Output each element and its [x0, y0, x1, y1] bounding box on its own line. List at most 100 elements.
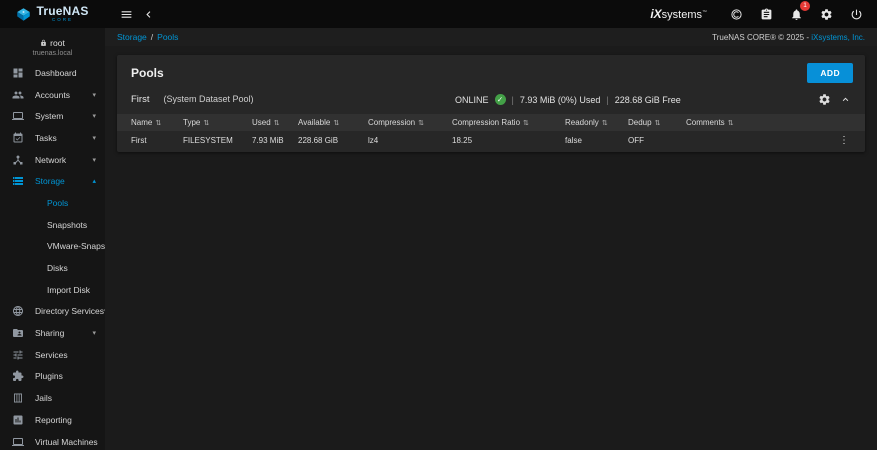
- ixsystems-logo[interactable]: iXsystems™: [650, 7, 707, 21]
- cell-compression: lz4: [368, 136, 452, 145]
- ix-logo-rest: systems: [662, 9, 702, 21]
- sidebar-collapse-button[interactable]: [137, 3, 159, 25]
- col-compression-ratio[interactable]: Compression Ratio⇅: [452, 118, 565, 127]
- breadcrumb-pools-link[interactable]: Pools: [157, 32, 178, 42]
- breadcrumb-storage-link[interactable]: Storage: [117, 32, 147, 42]
- chevron-up-icon: [840, 94, 851, 105]
- chevron-down-icon: ▾: [92, 91, 96, 99]
- sort-icon: ⇅: [602, 119, 608, 127]
- truenas-wordmark: TrueNAS CORE: [36, 5, 88, 23]
- cell-readonly: false: [565, 136, 628, 145]
- jobs-button[interactable]: [755, 3, 777, 25]
- copyright-text: TrueNAS CORE® © 2025 -: [712, 33, 811, 42]
- ixsystems-link[interactable]: iXsystems, Inc.: [811, 33, 865, 42]
- tasks-icon: [12, 132, 24, 144]
- breadcrumb-bar: Storage / Pools TrueNAS CORE® © 2025 - i…: [105, 28, 877, 46]
- sidebar-item-storage[interactable]: Storage ▴: [0, 170, 105, 192]
- sidebar-item-virtual-machines[interactable]: Virtual Machines: [0, 431, 105, 450]
- col-used[interactable]: Used⇅: [252, 118, 298, 127]
- sidebar-item-system[interactable]: System ▾: [0, 105, 105, 127]
- pool-free-text: 228.68 GiB Free: [615, 95, 681, 105]
- sidebar: root truenas.local Dashboard Accounts ▾ …: [0, 28, 105, 450]
- table-row: First FILESYSTEM 7.93 MiB 228.68 GiB lz4…: [117, 131, 865, 149]
- sidebar-item-jails[interactable]: Jails: [0, 387, 105, 409]
- globe-icon: [12, 305, 24, 317]
- truenas-logo[interactable]: TrueNAS CORE: [0, 5, 105, 23]
- sidebar-item-directory-services[interactable]: Directory Services ▾: [0, 301, 105, 323]
- power-icon: [850, 8, 863, 21]
- chevron-down-icon: ▾: [92, 134, 96, 142]
- cell-name: First: [131, 136, 183, 145]
- sidebar-item-accounts[interactable]: Accounts ▾: [0, 84, 105, 106]
- pool-status-label: ONLINE: [455, 95, 489, 105]
- col-name[interactable]: Name⇅: [131, 118, 183, 127]
- col-available[interactable]: Available⇅: [298, 118, 368, 127]
- cell-used: 7.93 MiB: [252, 136, 298, 145]
- chevron-down-icon: ▾: [92, 112, 96, 120]
- sidebar-item-dashboard[interactable]: Dashboard: [0, 62, 105, 84]
- sort-icon: ⇅: [728, 119, 734, 127]
- page-title: Pools: [131, 66, 164, 80]
- chevron-down-icon: ▾: [92, 156, 96, 164]
- pool-summary-row: First (System Dataset Pool) ONLINE ✓ | 7…: [117, 90, 865, 114]
- breadcrumb: Storage / Pools: [117, 32, 178, 42]
- sidebar-item-tasks[interactable]: Tasks ▾: [0, 127, 105, 149]
- notification-badge: 1: [800, 1, 810, 11]
- pool-identity: First (System Dataset Pool): [131, 94, 455, 105]
- col-dedup[interactable]: Dedup⇅: [628, 118, 686, 127]
- brand-name: TrueNAS: [36, 5, 88, 17]
- chevron-left-icon: [142, 8, 155, 21]
- status-separator: |: [606, 95, 608, 105]
- pool-name: First: [131, 94, 149, 105]
- notifications-button[interactable]: 1: [785, 3, 807, 25]
- truecommand-button[interactable]: [725, 3, 747, 25]
- user-name: root: [40, 38, 65, 48]
- pool-settings-button[interactable]: [818, 93, 831, 106]
- tune-icon: [12, 349, 24, 361]
- chevron-down-icon: ▾: [92, 329, 96, 337]
- sidebar-item-vmware-snapshots[interactable]: VMware-Snapshots: [0, 236, 105, 258]
- jail-icon: [12, 392, 24, 404]
- storage-icon: [12, 175, 24, 187]
- content: Pools ADD First (System Dataset Pool) ON…: [105, 46, 877, 152]
- sidebar-item-reporting[interactable]: Reporting: [0, 409, 105, 431]
- sidebar-item-sharing[interactable]: Sharing ▾: [0, 322, 105, 344]
- truenas-cube-icon: [16, 7, 31, 22]
- sidebar-item-network[interactable]: Network ▾: [0, 149, 105, 171]
- menu-toggle-button[interactable]: [115, 3, 137, 25]
- col-type[interactable]: Type⇅: [183, 118, 252, 127]
- main-area: Storage / Pools TrueNAS CORE® © 2025 - i…: [105, 28, 877, 450]
- sidebar-item-plugins[interactable]: Plugins: [0, 366, 105, 388]
- gear-icon: [820, 8, 833, 21]
- brand-edition: CORE: [52, 18, 73, 23]
- cell-available: 228.68 GiB: [298, 136, 368, 145]
- folder-shared-icon: [12, 327, 24, 339]
- status-separator: |: [512, 95, 514, 105]
- pool-datasets-table: Name⇅ Type⇅ Used⇅ Available⇅ Compression…: [117, 114, 865, 152]
- cell-dedup: OFF: [628, 136, 686, 145]
- col-readonly[interactable]: Readonly⇅: [565, 118, 628, 127]
- chevron-up-icon: ▴: [92, 177, 96, 185]
- sidebar-item-snapshots[interactable]: Snapshots: [0, 214, 105, 236]
- add-pool-button[interactable]: ADD: [807, 63, 853, 83]
- topbar: TrueNAS CORE iXsystems™ 1: [0, 0, 877, 28]
- sort-icon: ⇅: [155, 119, 161, 127]
- settings-button[interactable]: [815, 3, 837, 25]
- pools-card: Pools ADD First (System Dataset Pool) ON…: [117, 55, 865, 152]
- row-menu-button[interactable]: ⋮: [839, 135, 849, 146]
- col-comments[interactable]: Comments⇅: [686, 118, 827, 127]
- sidebar-item-services[interactable]: Services: [0, 344, 105, 366]
- power-button[interactable]: [845, 3, 867, 25]
- sidebar-item-import-disk[interactable]: Import Disk: [0, 279, 105, 301]
- sidebar-item-pools[interactable]: Pools: [0, 192, 105, 214]
- pool-actions: [818, 93, 851, 106]
- sidebar-item-disks[interactable]: Disks: [0, 257, 105, 279]
- sort-icon: ⇅: [203, 119, 209, 127]
- pool-status: ONLINE ✓ | 7.93 MiB (0%) Used | 228.68 G…: [455, 94, 681, 105]
- user-host: truenas.local: [33, 50, 73, 57]
- col-compression[interactable]: Compression⇅: [368, 118, 452, 127]
- pool-collapse-button[interactable]: [840, 94, 851, 105]
- truecommand-icon: [730, 8, 743, 21]
- copyright: TrueNAS CORE® © 2025 - iXsystems, Inc.: [712, 33, 865, 42]
- sidebar-nav: Dashboard Accounts ▾ System ▾ Tasks ▾ Ne…: [0, 62, 105, 450]
